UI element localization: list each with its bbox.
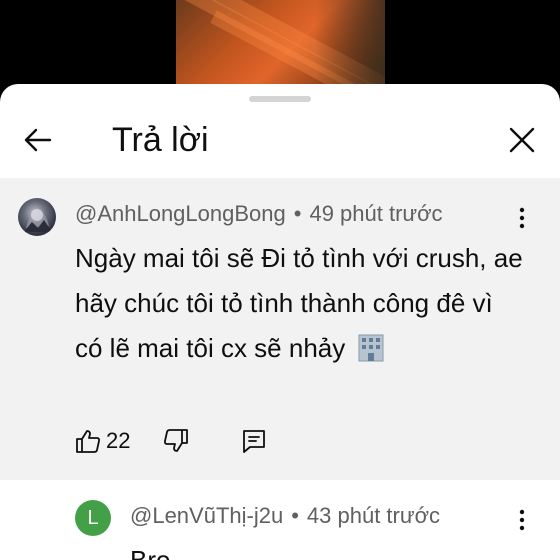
comment-text: Ngày mai tôi sẽ Đi tỏ tình với crush, ae… [75,236,525,371]
video-player[interactable] [176,0,385,90]
parent-comment: @AnhLongLongBong • 49 phút trước Ngày mai … [0,178,560,480]
comment-time: 49 phút trước [309,201,443,226]
thumbs-down-icon[interactable] [163,428,189,454]
back-arrow-icon[interactable] [22,124,54,156]
reply-author[interactable]: @LenVũThị-j2u [130,503,283,528]
page-title: Trả lời [112,121,209,159]
more-options-icon[interactable] [510,508,534,532]
reply-text: Bro [130,545,171,560]
reply-time: 43 phút trước [306,503,441,528]
comment-text-content: Ngày mai tôi sẽ Đi tỏ tình với crush, ae… [75,243,523,363]
reply-sheet: Trả lời @AnhLongLongBong • 49 phút trước N… [0,84,560,560]
drag-handle[interactable] [249,96,311,102]
thumbs-up-icon[interactable] [75,428,101,454]
sheet-header: Trả lời [0,104,560,178]
avatar[interactable] [18,198,56,236]
more-options-icon[interactable] [510,206,534,230]
office-building-icon [358,334,384,362]
avatar[interactable]: L [75,500,111,536]
meta-separator: • [291,503,299,528]
close-icon[interactable] [508,126,536,154]
comment-author[interactable]: @AnhLongLongBong [75,201,286,226]
comment-meta: @AnhLongLongBong • 49 phút trước [75,200,443,228]
meta-separator: • [293,201,302,226]
reply-meta: @LenVũThị-j2u • 43 phút trước [130,502,440,530]
reply-comment-icon[interactable] [241,428,267,454]
reply-comment: L @LenVũThị-j2u • 43 phút trước Bro [0,480,560,560]
comment-actions: 22 [75,424,495,458]
like-count: 22 [106,428,131,453]
